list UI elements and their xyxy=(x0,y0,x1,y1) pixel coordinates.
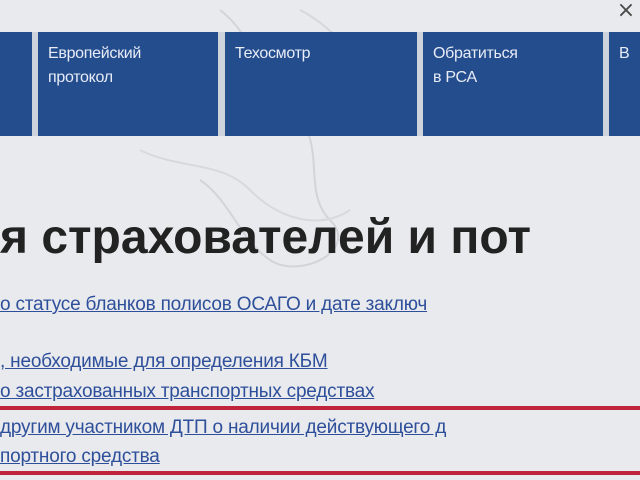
link-dtp-participant[interactable]: другим участником ДТП о наличии действую… xyxy=(0,416,640,440)
link-vehicle[interactable]: портного средства xyxy=(0,445,640,469)
nav-item-contact-rsa[interactable]: Обратиться в РСА xyxy=(423,32,603,136)
top-strip xyxy=(0,0,640,30)
page-heading: я страхователей и пот xyxy=(0,211,532,265)
nav-item-techosmotr[interactable]: Техосмотр xyxy=(225,32,417,136)
main-nav: Европейский протокол Техосмотр Обратитьс… xyxy=(0,32,640,136)
close-icon[interactable]: × xyxy=(612,0,640,24)
highlight-line-bottom xyxy=(0,471,640,475)
nav-item-more[interactable]: В xyxy=(609,32,640,136)
link-insured-vehicles[interactable]: о застрахованных транспортных средствах xyxy=(0,380,640,404)
highlight-line-top xyxy=(0,406,640,410)
link-kbm[interactable]: , необходимые для определения КБМ xyxy=(0,350,640,374)
link-osago-status[interactable]: о статусе бланков полисов ОСАГО и дате з… xyxy=(0,293,640,317)
nav-item-european-protocol[interactable]: Европейский протокол xyxy=(38,32,218,136)
nav-item-0[interactable] xyxy=(0,32,32,136)
